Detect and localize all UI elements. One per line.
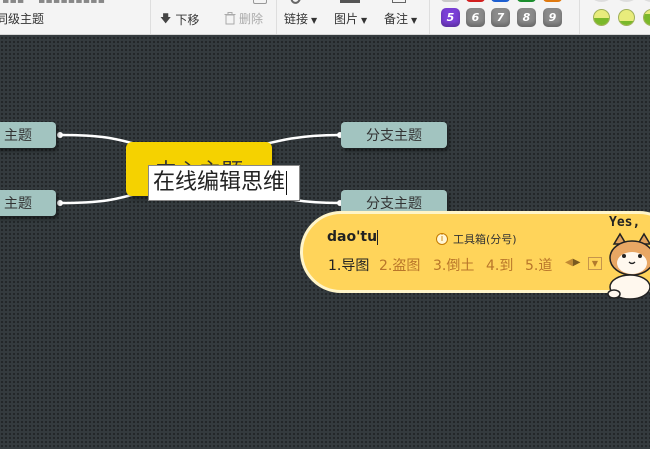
ime-page-arrows[interactable]: ◀▶	[565, 257, 580, 268]
info-icon: i	[436, 233, 448, 245]
ime-pinyin-input: dao'tu	[327, 229, 379, 245]
ime-candidate-1[interactable]: 1.导图	[328, 255, 369, 275]
ime-candidate-2[interactable]: 2.盗图	[379, 255, 420, 275]
chevron-down-icon: ▼	[591, 259, 599, 268]
ime-candidate-5[interactable]: 5.道	[525, 255, 552, 275]
branch-topic-label: 分支主题	[366, 128, 422, 144]
ime-toolbox-button[interactable]: i 工具箱(分号)	[436, 231, 517, 247]
branch-topic-label: 主题	[4, 128, 32, 144]
ime-cursor	[377, 229, 379, 245]
chevron-left-icon[interactable]: ◀	[565, 257, 573, 268]
chevron-right-icon[interactable]: ▶	[573, 257, 581, 268]
text-cursor	[286, 171, 288, 195]
ime-toolbox-label: 工具箱(分号)	[453, 233, 517, 246]
branch-topic-left-2[interactable]: 主题	[0, 190, 56, 216]
sticker-text: Yes,	[609, 215, 641, 230]
ime-pinyin-text: dao'tu	[327, 229, 378, 245]
ime-candidate-panel	[300, 211, 650, 293]
shiba-dog-sticker-icon	[607, 232, 650, 300]
ime-candidate-4[interactable]: 4.到	[486, 255, 513, 275]
topic-edit-text: 在线编辑思维	[153, 170, 286, 195]
topic-edit-input[interactable]: 在线编辑思维	[148, 165, 300, 201]
ime-candidate-3[interactable]: 3.倒土	[433, 255, 474, 275]
branch-topic-left-1[interactable]: 主题	[0, 122, 56, 148]
branch-topic-right-1[interactable]: 分支主题	[341, 122, 447, 148]
branch-topic-label: 主题	[4, 196, 32, 212]
branch-topic-label: 分支主题	[366, 196, 422, 212]
